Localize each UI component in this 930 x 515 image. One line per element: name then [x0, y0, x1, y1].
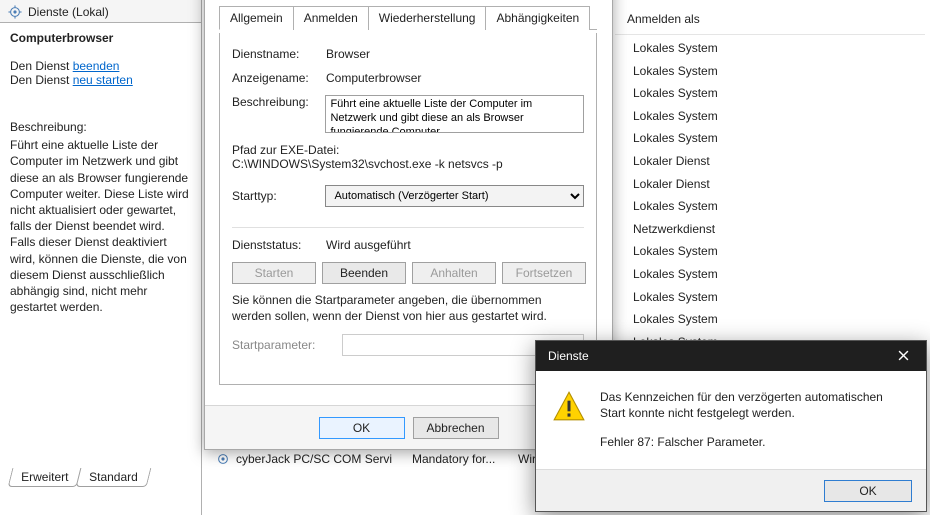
action-stop-line: Den Dienst beenden: [10, 59, 191, 73]
logon-as-cell[interactable]: Netzwerkdienst: [621, 218, 925, 241]
gear-icon: [216, 452, 230, 466]
tab-general[interactable]: Allgemein: [219, 6, 294, 30]
logon-as-cell[interactable]: Lokales System: [621, 82, 925, 105]
ok-button[interactable]: OK: [319, 417, 405, 439]
error-titlebar: Dienste: [536, 341, 926, 371]
value-display-name: Computerbrowser: [326, 71, 584, 85]
label-start-type: Starttyp:: [232, 189, 325, 203]
description-text: Führt eine aktuelle Liste der Computer i…: [10, 137, 191, 315]
value-exe-path: C:\WINDOWS\System32\svchost.exe -k netsv…: [232, 157, 584, 171]
pause-button: Anhalten: [412, 262, 496, 284]
logon-as-cell[interactable]: Lokaler Dienst: [621, 173, 925, 196]
label-display-name: Anzeigename:: [232, 71, 326, 85]
logon-as-cell[interactable]: Lokaler Dienst: [621, 150, 925, 173]
properties-tabstrip: Allgemein Anmelden Wiederherstellung Abh…: [219, 5, 597, 30]
gear-icon: [8, 5, 22, 19]
logon-as-cell[interactable]: Lokales System: [621, 60, 925, 83]
label-description: Beschreibung:: [232, 95, 325, 133]
left-pane-header: Dienste (Lokal): [0, 0, 201, 23]
divider: [232, 227, 584, 228]
service-row-name: cyberJack PC/SC COM Servi: [236, 452, 406, 466]
error-title: Dienste: [548, 349, 589, 363]
close-button[interactable]: [881, 341, 926, 371]
error-dialog: Dienste Das Kennzeichen für den verzöger…: [535, 340, 927, 512]
restart-service-link[interactable]: neu starten: [73, 73, 133, 87]
label-start-parameters: Startparameter:: [232, 338, 342, 352]
error-ok-button[interactable]: OK: [824, 480, 912, 502]
value-status: Wird ausgeführt: [326, 238, 584, 252]
tab-extended[interactable]: Erweitert: [8, 468, 82, 487]
logon-as-cell[interactable]: Lokales System: [621, 37, 925, 60]
tab-standard[interactable]: Standard: [76, 468, 151, 487]
stop-service-link[interactable]: beenden: [73, 59, 120, 73]
logon-as-cell[interactable]: Lokales System: [621, 127, 925, 150]
error-message: Das Kennzeichen für den verzögerten auto…: [600, 389, 910, 423]
logon-as-cell[interactable]: Lokales System: [621, 105, 925, 128]
selected-service-name: Computerbrowser: [10, 31, 191, 45]
logon-as-cell[interactable]: Lokales System: [621, 195, 925, 218]
close-icon: [898, 348, 909, 364]
tab-dependencies[interactable]: Abhängigkeiten: [485, 6, 590, 30]
stop-button[interactable]: Beenden: [322, 262, 406, 284]
left-pane-title: Dienste (Lokal): [28, 5, 109, 19]
logon-as-cell[interactable]: Lokales System: [621, 286, 925, 309]
label-status: Dienststatus:: [232, 238, 326, 252]
resume-button: Fortsetzen: [502, 262, 586, 284]
services-left-pane: Dienste (Lokal) Computerbrowser Den Dien…: [0, 0, 202, 515]
warning-icon: [552, 389, 586, 423]
logon-as-cell[interactable]: Lokales System: [621, 308, 925, 331]
startup-type-select[interactable]: Automatisch (Verzögerter Start): [325, 185, 584, 207]
value-service-name: Browser: [326, 47, 584, 61]
description-heading: Beschreibung:: [10, 119, 191, 135]
column-header-logon-as[interactable]: Anmelden als: [615, 6, 925, 35]
action-restart-line: Den Dienst neu starten: [10, 73, 191, 87]
tab-recovery[interactable]: Wiederherstellung: [368, 6, 487, 30]
value-description[interactable]: Führt eine aktuelle Liste der Computer i…: [325, 95, 584, 133]
service-row-desc: Mandatory for...: [412, 452, 512, 466]
logon-as-cell[interactable]: Lokales System: [621, 240, 925, 263]
bottom-tabstrip: Erweitert Standard: [10, 468, 148, 487]
start-button: Starten: [232, 262, 316, 284]
start-params-hint: Sie können die Startparameter angeben, d…: [232, 292, 584, 324]
error-code: Fehler 87: Falscher Parameter.: [536, 435, 926, 449]
label-service-name: Dienstname:: [232, 47, 326, 61]
cancel-button[interactable]: Abbrechen: [413, 417, 499, 439]
tab-logon[interactable]: Anmelden: [293, 6, 369, 30]
logon-as-cell[interactable]: Lokales System: [621, 263, 925, 286]
label-exe-path: Pfad zur EXE-Datei:: [232, 143, 584, 157]
